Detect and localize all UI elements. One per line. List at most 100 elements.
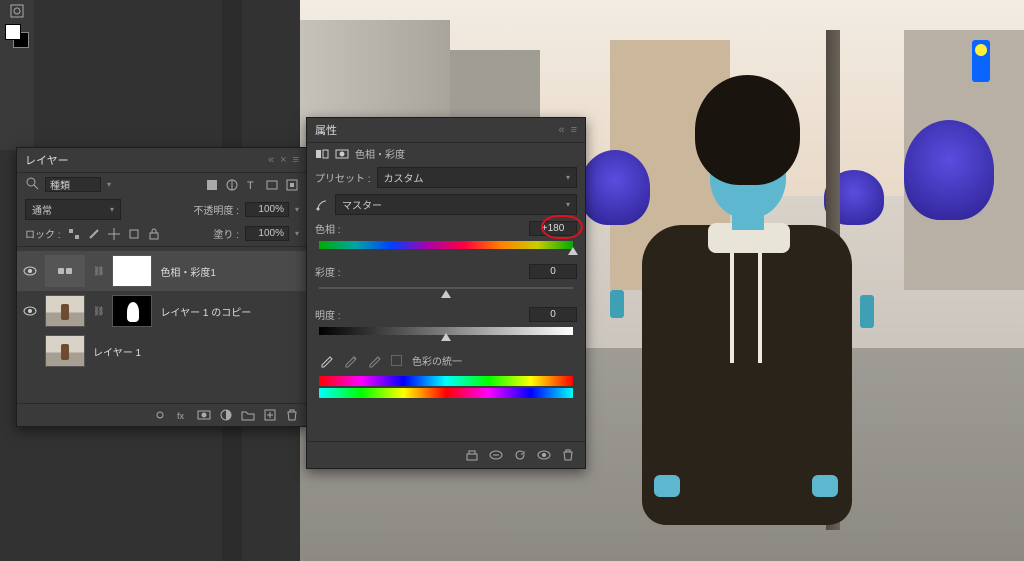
lock-label: ロック : (25, 226, 61, 241)
layer-row[interactable]: ⛓ 色相・彩度1 (17, 251, 307, 291)
link-icon[interactable]: ⛓ (93, 306, 104, 317)
adjustment-name: 色相・彩度 (355, 146, 405, 161)
photo-pedestrian (610, 290, 624, 318)
chevron-down-icon[interactable]: ▾ (107, 180, 111, 189)
reset-icon[interactable] (513, 448, 527, 462)
foreground-background-swatch[interactable] (5, 24, 29, 48)
eyedropper-add-icon[interactable]: + (343, 354, 357, 368)
layer-mask-thumb[interactable] (112, 295, 152, 327)
photo-pedestrian (860, 295, 874, 323)
layers-panel-footer: fx (17, 403, 307, 426)
chevron-down-icon: ▾ (566, 173, 570, 182)
delete-layer-icon[interactable] (285, 408, 299, 422)
chevron-down-icon: ▾ (566, 200, 570, 209)
layer-style-icon[interactable]: fx (175, 408, 189, 422)
lock-transparency-icon[interactable] (67, 227, 81, 241)
layer-row[interactable]: レイヤー 1 (17, 331, 307, 371)
lightness-slider[interactable] (319, 327, 573, 337)
filter-adjust-icon[interactable] (225, 178, 239, 192)
targeted-adjust-icon[interactable] (315, 198, 329, 212)
layer-filter-kind[interactable] (45, 177, 101, 192)
panel-collapse-icon[interactable]: « (268, 154, 274, 166)
properties-panel-footer (307, 441, 585, 468)
layers-panel-header[interactable]: レイヤー « × ≡ (17, 148, 307, 173)
visibility-toggle[interactable] (23, 264, 37, 278)
layer-name[interactable]: 色相・彩度1 (160, 264, 216, 279)
lightness-label: 明度 : (315, 307, 341, 322)
blend-mode-value: 通常 (32, 202, 52, 217)
eyedropper-icon[interactable] (319, 354, 333, 368)
quickmask-icon[interactable] (10, 4, 24, 18)
filter-smart-icon[interactable] (285, 178, 299, 192)
new-group-icon[interactable] (241, 408, 255, 422)
blend-mode-select[interactable]: 通常 ▾ (25, 199, 121, 220)
saturation-value-input[interactable]: 0 (529, 264, 577, 279)
properties-panel-title: 属性 (315, 122, 337, 138)
new-layer-icon[interactable] (263, 408, 277, 422)
photo-subject (630, 75, 860, 555)
clip-to-layer-icon[interactable] (465, 448, 479, 462)
color-range-select[interactable]: マスター ▾ (335, 194, 577, 215)
toggle-visibility-icon[interactable] (537, 448, 551, 462)
layer-list: ⛓ 色相・彩度1 ⛓ レイヤー 1 のコピー レイヤー 1 (17, 249, 307, 373)
preset-label: プリセット : (315, 170, 371, 185)
link-icon[interactable]: ⛓ (93, 266, 104, 277)
eyedropper-subtract-icon[interactable]: - (367, 354, 381, 368)
chevron-down-icon[interactable]: ▾ (295, 205, 299, 214)
new-adjustment-icon[interactable] (219, 408, 233, 422)
photo-traffic-light (972, 40, 990, 82)
layers-panel: レイヤー « × ≡ ▾ T 通常 ▾ 不透明度 : 100% ▾ ロック : (16, 147, 308, 427)
panel-menu-icon[interactable]: ≡ (293, 154, 299, 166)
fill-input[interactable]: 100% (245, 226, 289, 241)
svg-text:+: + (352, 355, 356, 362)
opacity-label: 不透明度 : (193, 202, 239, 217)
add-mask-icon[interactable] (197, 408, 211, 422)
lock-pixels-icon[interactable] (87, 227, 101, 241)
panel-close-icon[interactable]: × (280, 154, 286, 166)
filter-pixel-icon[interactable] (205, 178, 219, 192)
preset-value: カスタム (384, 170, 424, 185)
layer-mask-thumb[interactable] (112, 255, 152, 287)
fill-label: 塗り : (213, 226, 239, 241)
colorize-checkbox[interactable] (391, 355, 402, 366)
delete-adjustment-icon[interactable] (561, 448, 575, 462)
hue-label: 色相 : (315, 221, 341, 236)
lock-position-icon[interactable] (107, 227, 121, 241)
hue-value-input[interactable]: +180 (529, 221, 577, 236)
panel-menu-icon[interactable]: ≡ (571, 124, 577, 136)
chevron-down-icon: ▾ (110, 205, 114, 214)
layer-thumb[interactable] (45, 335, 85, 367)
hue-slider[interactable] (319, 241, 573, 251)
svg-text:T: T (247, 180, 254, 192)
layers-panel-title: レイヤー (25, 152, 69, 168)
svg-text:fx: fx (177, 411, 185, 421)
preset-select[interactable]: カスタム ▾ (377, 167, 577, 188)
view-previous-icon[interactable] (489, 448, 503, 462)
saturation-label: 彩度 : (315, 264, 341, 279)
properties-panel-header[interactable]: 属性 « ≡ (307, 118, 585, 143)
adjustment-thumb[interactable] (45, 255, 85, 287)
panel-collapse-icon[interactable]: « (558, 124, 564, 136)
filter-shape-icon[interactable] (265, 178, 279, 192)
saturation-slider[interactable] (319, 284, 573, 294)
link-layers-icon[interactable] (153, 408, 167, 422)
foreground-color[interactable] (5, 24, 21, 40)
layer-name[interactable]: レイヤー 1 のコピー (160, 304, 251, 319)
adjustment-icon (315, 147, 329, 161)
opacity-input[interactable]: 100% (245, 202, 289, 217)
colorize-label: 色彩の統一 (412, 353, 462, 368)
chevron-down-icon[interactable]: ▾ (295, 229, 299, 238)
layer-row[interactable]: ⛓ レイヤー 1 のコピー (17, 291, 307, 331)
layer-name[interactable]: レイヤー 1 (93, 344, 141, 359)
tools-strip (0, 0, 34, 150)
photo-tree (904, 120, 994, 220)
properties-panel: 属性 « ≡ 色相・彩度 プリセット : カスタム ▾ マスター ▾ 色相 : (306, 117, 586, 469)
layer-thumb[interactable] (45, 295, 85, 327)
lightness-value-input[interactable]: 0 (529, 307, 577, 322)
lock-all-icon[interactable] (147, 227, 161, 241)
lock-artboard-icon[interactable] (127, 227, 141, 241)
mask-icon[interactable] (335, 147, 349, 161)
filter-type-icon[interactable]: T (245, 178, 259, 192)
visibility-toggle[interactable] (23, 304, 37, 318)
search-icon[interactable] (25, 176, 39, 193)
